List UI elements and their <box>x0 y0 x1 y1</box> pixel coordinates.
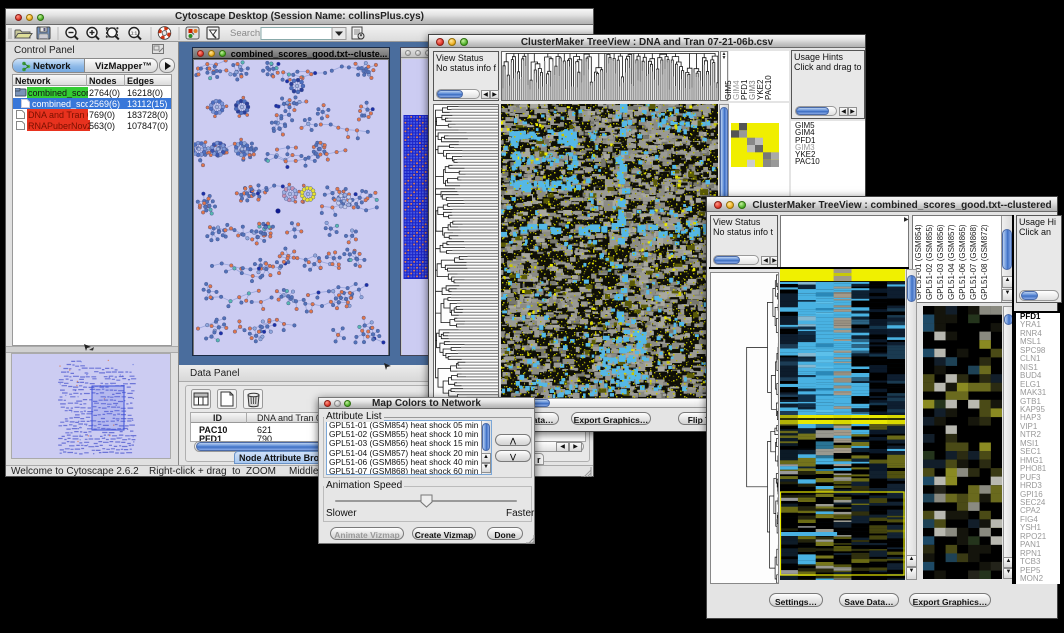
svg-text:1:1: 1:1 <box>131 31 138 36</box>
svg-text:Search:: Search: <box>230 28 263 39</box>
